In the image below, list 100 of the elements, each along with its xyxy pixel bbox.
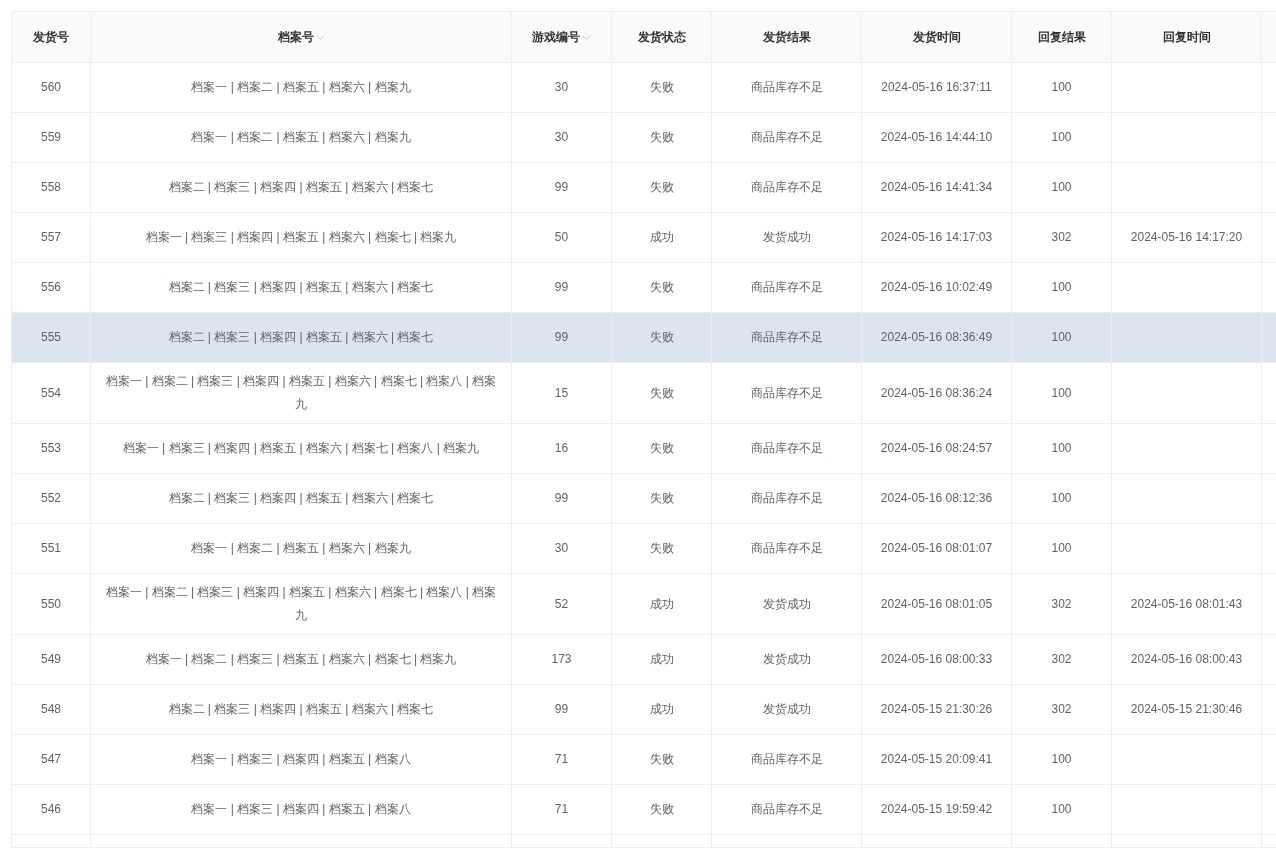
table-cell-text: 2024-05-16 14:41:34 xyxy=(880,179,993,196)
table-cell-text: 559 xyxy=(41,129,61,146)
table-cell-text: 失败 xyxy=(649,440,674,457)
table-cell-text: 100 xyxy=(1051,329,1072,346)
table-cell-text: 商品库存不足 xyxy=(750,801,823,818)
table-cell-text: 档案二 | 档案三 | 档案四 | 档案五 | 档案六 | 档案七 xyxy=(168,179,434,196)
table-cell-text: 失败 xyxy=(649,540,674,557)
column-header: 发货结果 xyxy=(762,28,811,46)
table-cell-text: 档案一 | 档案三 | 档案四 | 档案五 | 档案六 | 档案七 | 档案九 xyxy=(145,229,457,246)
column-header: 回复时间 xyxy=(1162,28,1211,46)
table-cell-text: 2024-05-16 14:44:10 xyxy=(880,129,993,146)
table-cell-text: 档案一 | 档案三 | 档案四 | 档案五 | 档案八 xyxy=(191,751,411,768)
column-header[interactable]: 档案号 xyxy=(277,25,314,49)
table-cell-text: 发货成功 xyxy=(762,595,811,613)
table-cell-text: 557 xyxy=(41,229,61,246)
table-cell-text: 2024-05-16 08:00:33 xyxy=(880,651,993,668)
table-cell-text: 商品库存不足 xyxy=(750,384,823,402)
table-cell-text: 成功 xyxy=(649,595,674,613)
table-cell-text: 商品库存不足 xyxy=(750,490,823,507)
column-header: 回复结果 xyxy=(1037,28,1086,46)
table-cell-text: 失败 xyxy=(649,129,674,146)
table-cell-text: 2024-05-16 08:01:43 xyxy=(1130,595,1243,613)
table-cell-text: 2024-05-16 08:01:05 xyxy=(880,595,993,613)
table-cell-text: 失败 xyxy=(649,490,674,507)
table-cell-text: 2024-05-16 08:36:24 xyxy=(880,384,993,402)
table-cell-text: 失败 xyxy=(649,751,674,768)
table-cell-text: 99 xyxy=(554,701,569,718)
table-cell-text: 555 xyxy=(41,329,61,346)
table-cell-text: 100 xyxy=(1051,751,1072,768)
table-cell-text: 556 xyxy=(41,279,61,296)
table-cell-text: 档案一 | 档案二 | 档案五 | 档案六 | 档案九 xyxy=(191,129,411,146)
table-cell-text: 71 xyxy=(554,751,569,768)
table-cell-text: 2024-05-16 08:01:07 xyxy=(880,540,993,557)
table-cell-text: 550 xyxy=(41,595,61,613)
table-cell-text: 2024-05-16 08:36:49 xyxy=(880,329,993,346)
table-cell-text: 档案二 | 档案三 | 档案四 | 档案五 | 档案六 | 档案七 xyxy=(168,279,434,296)
table-cell-text: 2024-05-16 08:00:43 xyxy=(1130,651,1243,668)
table-cell-text: 549 xyxy=(41,651,61,668)
table-cell-text: 560 xyxy=(41,79,61,96)
table-cell-text: 商品库存不足 xyxy=(750,279,823,296)
table-cell-text: 失败 xyxy=(649,329,674,346)
table-cell-text: 失败 xyxy=(649,179,674,196)
table-cell-text: 52 xyxy=(554,595,569,613)
table-cell-text: 商品库存不足 xyxy=(750,329,823,346)
table-cell-text: 15 xyxy=(554,384,569,402)
table-cell-text: 商品库存不足 xyxy=(750,129,823,146)
table-cell-text: 2024-05-16 14:17:20 xyxy=(1130,229,1243,246)
table-cell-text: 商品库存不足 xyxy=(750,751,823,768)
table-cell-text: 30 xyxy=(554,129,569,146)
table-cell-text: 100 xyxy=(1051,801,1072,818)
chevron-down-icon[interactable] xyxy=(582,32,591,42)
table-cell-text: 失败 xyxy=(649,384,674,402)
table-cell-text: 商品库存不足 xyxy=(750,540,823,557)
table-cell-text: 2024-05-15 21:30:26 xyxy=(880,701,993,718)
column-header: 发货时间 xyxy=(912,28,961,46)
table-cell-text: 546 xyxy=(41,801,61,818)
table-cell-text: 档案二 | 档案三 | 档案四 | 档案五 | 档案六 | 档案七 xyxy=(168,329,434,346)
table-cell-text: 2024-05-16 08:24:57 xyxy=(880,440,993,457)
table-row[interactable]: 555 档案二 | 档案三 | 档案四 | 档案五 | 档案六 | 档案七 99 失败 商品库存不足 2024-05-16 08:36:49 100 xyxy=(11,313,1276,363)
table-cell-text: 成功 xyxy=(649,229,674,246)
table-cell-text: 100 xyxy=(1051,540,1072,557)
table-cell-text: 99 xyxy=(554,279,569,296)
table-cell-text: 2024-05-16 16:37:11 xyxy=(881,79,992,96)
table-cell-text: 档案二 | 档案三 | 档案四 | 档案五 | 档案六 | 档案七 xyxy=(168,701,434,718)
column-header: 发货号 xyxy=(33,28,69,46)
table-cell-text: 547 xyxy=(41,751,61,768)
table-cell-text: 100 xyxy=(1051,79,1072,96)
column-header[interactable]: 游戏编号 xyxy=(532,25,580,49)
table-cell-text: 商品库存不足 xyxy=(750,440,823,457)
table-cell-text: 档案一 | 档案三 | 档案四 | 档案五 | 档案八 xyxy=(191,801,411,818)
table-cell-text: 71 xyxy=(554,801,569,818)
table-cell-text: 16 xyxy=(554,440,569,457)
table-cell-text: 2024-05-15 21:30:46 xyxy=(1130,701,1243,718)
column-header: 发货状态 xyxy=(637,28,686,46)
table-cell-text: 档案二 | 档案三 | 档案四 | 档案五 | 档案六 | 档案七 xyxy=(168,490,434,507)
table-cell-text: 成功 xyxy=(649,701,674,718)
table-cell-text: 552 xyxy=(41,490,61,507)
table-cell-text: 商品库存不足 xyxy=(750,179,823,196)
table-cell-text: 99 xyxy=(554,179,569,196)
table-cell-text: 失败 xyxy=(649,79,674,96)
table-cell-text: 档案一 | 档案三 | 档案四 | 档案五 | 档案六 | 档案七 | 档案八 | 档案九 xyxy=(122,440,480,457)
table-cell-text: 2024-05-16 14:17:03 xyxy=(880,229,993,246)
table-cell-text: 发货成功 xyxy=(762,701,811,718)
table-cell-text: 商品库存不足 xyxy=(750,79,823,96)
chevron-down-icon[interactable] xyxy=(315,32,325,42)
table-cell-text: 554 xyxy=(41,384,61,402)
table-cell-text: 100 xyxy=(1051,179,1072,196)
table-cell-text: 成功 xyxy=(649,651,674,668)
table-cell-text: 2024-05-15 19:59:42 xyxy=(880,801,993,818)
table-cell-text: 档案一 | 档案二 | 档案三 | 档案四 | 档案五 | 档案六 | 档案七 | 档案八 | 档案九 xyxy=(105,584,497,624)
table-cell-text: 档案一 | 档案二 | 档案五 | 档案六 | 档案九 xyxy=(191,540,411,557)
table-cell-text: 失败 xyxy=(649,801,674,818)
table-cell-text: 100 xyxy=(1051,490,1072,507)
table-cell-text: 551 xyxy=(41,540,61,557)
table-cell-text: 档案一 | 档案二 | 档案五 | 档案六 | 档案九 xyxy=(191,79,411,96)
table-cell-text: 档案一 | 档案二 | 档案三 | 档案五 | 档案六 | 档案七 | 档案九 xyxy=(145,651,457,668)
table-cell-text: 100 xyxy=(1051,384,1072,402)
table-cell-text: 100 xyxy=(1051,440,1072,457)
table-cell-text: 302 xyxy=(1051,651,1072,668)
table-cell-text: 发货成功 xyxy=(762,229,811,246)
